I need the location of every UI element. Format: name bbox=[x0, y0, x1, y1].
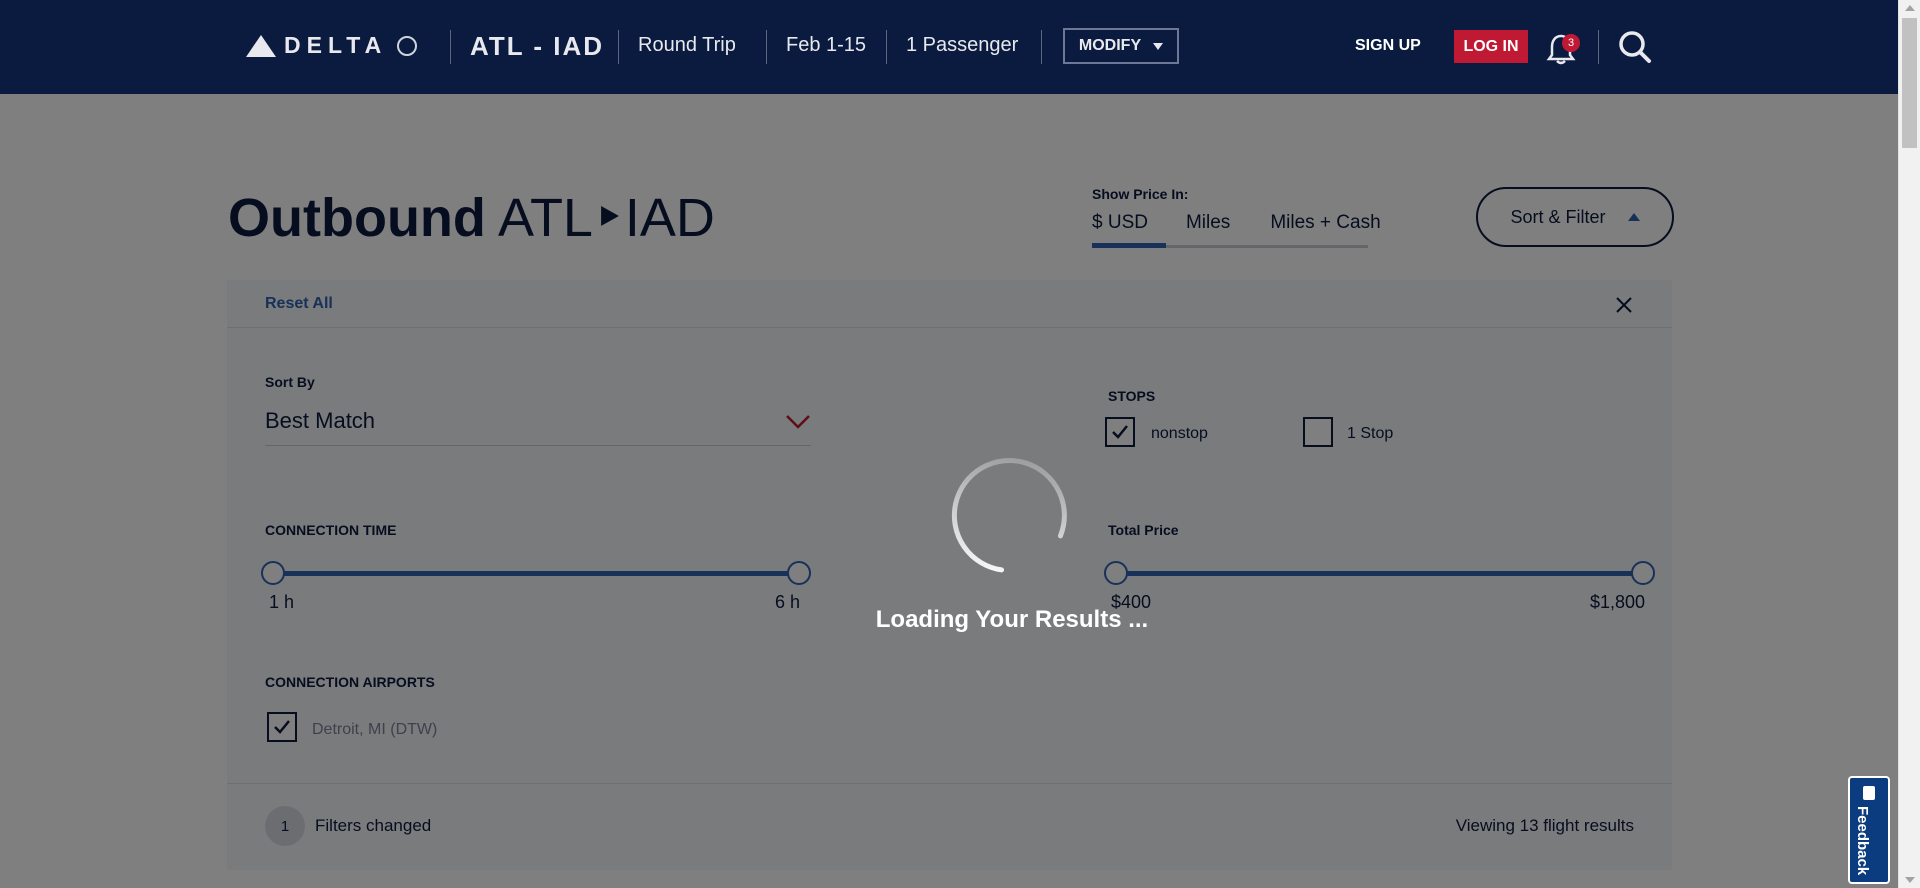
divider bbox=[766, 30, 767, 64]
loading-text: Loading Your Results ... bbox=[875, 606, 1149, 633]
globe-icon bbox=[397, 35, 418, 56]
feedback-label: Feedback bbox=[1854, 806, 1871, 876]
divider bbox=[450, 30, 451, 64]
search-icon[interactable] bbox=[1618, 30, 1652, 64]
delta-logo[interactable]: DELTA bbox=[246, 32, 418, 59]
divider bbox=[1041, 30, 1042, 64]
feedback-icon bbox=[1863, 786, 1875, 800]
divider bbox=[886, 30, 887, 64]
modify-button[interactable]: MODIFY bbox=[1063, 28, 1179, 64]
trip-type-label[interactable]: Round Trip bbox=[638, 34, 736, 57]
logo-text: DELTA bbox=[284, 32, 388, 58]
delta-widget-icon bbox=[246, 34, 276, 57]
divider bbox=[1598, 30, 1599, 64]
scroll-up-icon[interactable] bbox=[1905, 5, 1915, 11]
feedback-tab[interactable]: Feedback bbox=[1848, 776, 1890, 884]
scroll-down-icon[interactable] bbox=[1905, 877, 1915, 883]
loading-spinner-icon bbox=[951, 457, 1067, 573]
caret-down-icon bbox=[1153, 42, 1164, 50]
scroll-thumb[interactable] bbox=[1902, 18, 1917, 148]
dates-label[interactable]: Feb 1-15 bbox=[786, 34, 866, 57]
modify-label: MODIFY bbox=[1078, 37, 1142, 54]
divider bbox=[618, 30, 619, 64]
scrollbar[interactable] bbox=[1898, 0, 1920, 888]
passengers-label[interactable]: 1 Passenger bbox=[906, 34, 1018, 57]
top-header: DELTA ATL - IAD Round Trip Feb 1-15 1 Pa… bbox=[0, 0, 1898, 94]
signup-link[interactable]: SIGN UP bbox=[1355, 37, 1421, 55]
route-label[interactable]: ATL - IAD bbox=[470, 31, 604, 62]
login-button[interactable]: LOG IN bbox=[1454, 30, 1528, 63]
notification-badge: 3 bbox=[1562, 34, 1580, 52]
